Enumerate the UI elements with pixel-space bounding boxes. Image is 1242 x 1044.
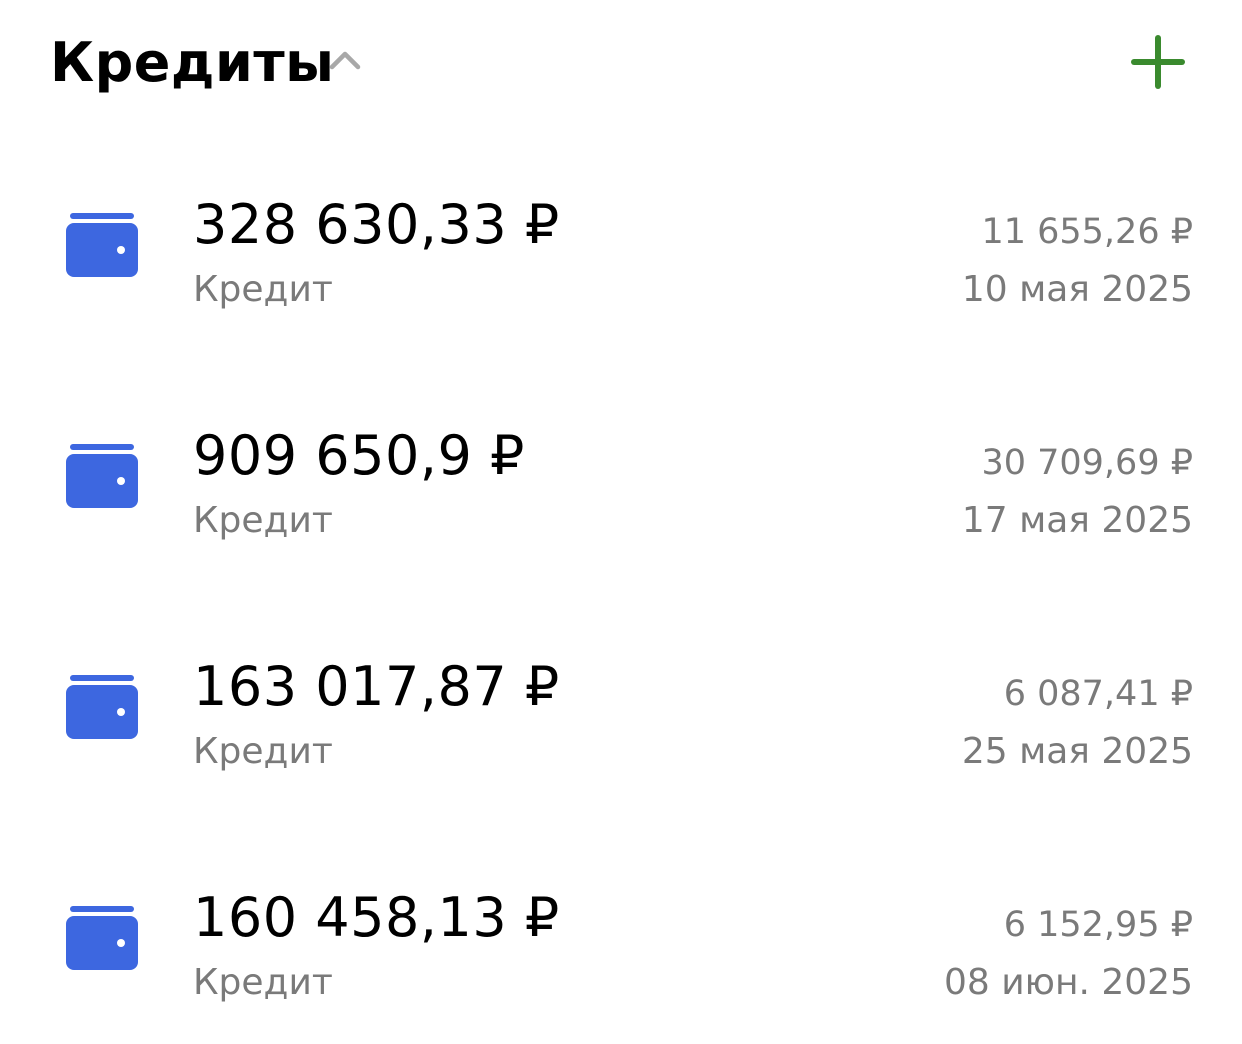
loan-type-label: Кредит (193, 962, 333, 1003)
plus-icon (1131, 35, 1185, 89)
loan-row[interactable]: 328 630,33 ₽ Кредит 11 655,26 ₽ 10 мая 2… (0, 168, 1242, 399)
loan-row[interactable]: 909 650,9 ₽ Кредит 30 709,69 ₽ 17 мая 20… (0, 399, 1242, 630)
wallet-icon (64, 675, 140, 743)
loan-amount: 160 458,13 ₽ (193, 886, 560, 949)
loan-payment-date: 25 мая 2025 (961, 731, 1193, 772)
loan-amount: 909 650,9 ₽ (193, 424, 525, 487)
chevron-up-icon[interactable] (328, 46, 362, 72)
loan-row[interactable]: 160 458,13 ₽ Кредит 6 152,95 ₽ 08 июн. 2… (0, 861, 1242, 1044)
loan-amount: 163 017,87 ₽ (193, 655, 560, 718)
loan-payment: 6 087,41 ₽ (1003, 674, 1193, 714)
loan-payment-date: 08 июн. 2025 (944, 962, 1193, 1003)
wallet-icon (64, 213, 140, 281)
loan-amount: 328 630,33 ₽ (193, 193, 560, 256)
loan-type-label: Кредит (193, 500, 333, 541)
section-header: Кредиты (0, 0, 1242, 130)
loan-payment-date: 10 мая 2025 (961, 269, 1193, 310)
wallet-icon (64, 444, 140, 512)
loan-type-label: Кредит (193, 731, 333, 772)
section-title: Кредиты (50, 31, 335, 94)
add-loan-button[interactable] (1128, 32, 1188, 92)
loan-payment: 6 152,95 ₽ (1003, 905, 1193, 945)
loan-payment: 11 655,26 ₽ (981, 212, 1193, 252)
loan-type-label: Кредит (193, 269, 333, 310)
wallet-icon (64, 906, 140, 974)
loan-row[interactable]: 163 017,87 ₽ Кредит 6 087,41 ₽ 25 мая 20… (0, 630, 1242, 861)
loan-payment-date: 17 мая 2025 (961, 500, 1193, 541)
loan-payment: 30 709,69 ₽ (981, 443, 1193, 483)
